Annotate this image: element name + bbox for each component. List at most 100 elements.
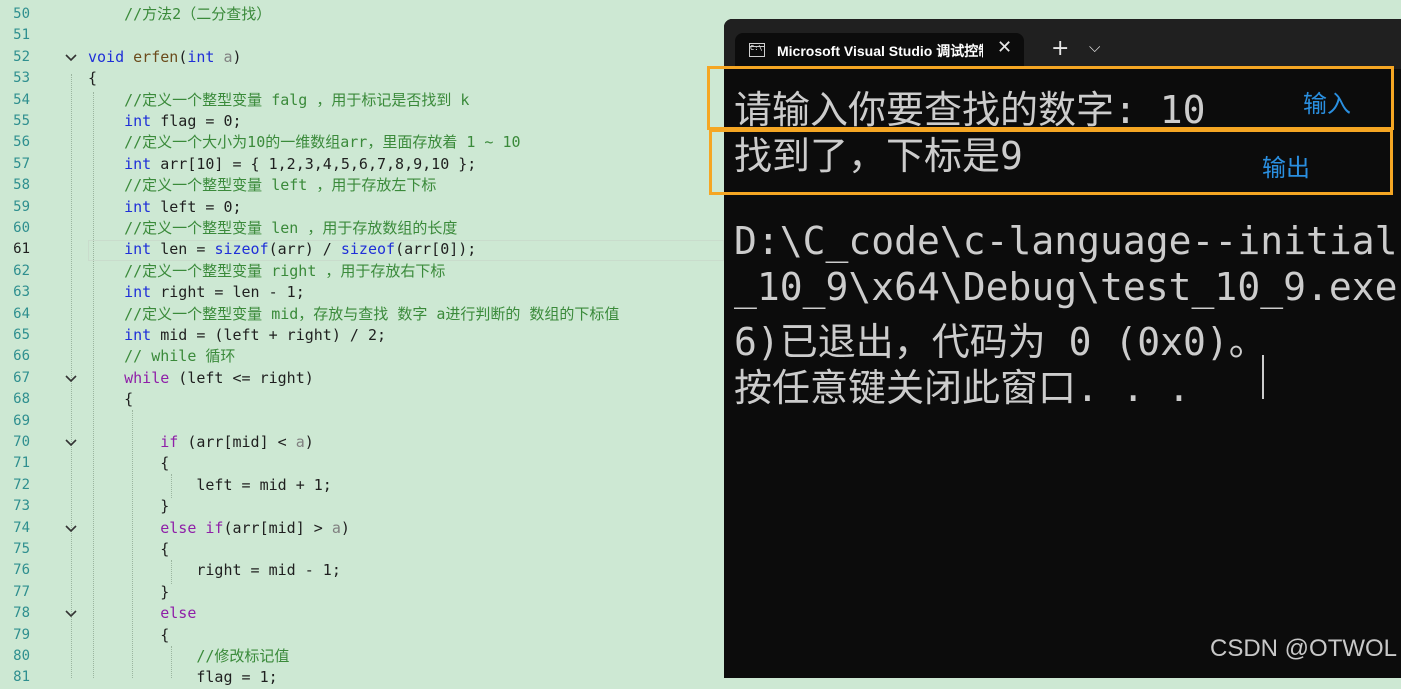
code-line[interactable]: 56 //定义一个大小为10的一维数组arr，里面存放着 1 ~ 10 [0, 132, 724, 153]
code-text: int arr[10] = { 1,2,3,4,5,6,7,8,9,10 }; [88, 154, 476, 175]
line-number: 62 [13, 262, 30, 279]
code-token: a [331, 518, 341, 537]
close-icon[interactable]: ✕ [997, 37, 1012, 58]
fold-chevron-icon[interactable] [64, 47, 78, 68]
code-line[interactable]: 69 [0, 411, 724, 432]
line-number: 68 [13, 391, 30, 408]
code-line[interactable]: 62 //定义一个整型变量 right ，用于存放右下标 [0, 261, 724, 282]
code-line[interactable]: 55 int flag = 0; [0, 111, 724, 132]
code-text: right = mid - 1; [88, 560, 341, 581]
code-line[interactable]: 64 //定义一个整型变量 mid，存放与查找 数字 a进行判断的 数组的下标值 [0, 304, 724, 325]
line-number: 67 [13, 369, 30, 386]
code-line[interactable]: 79 { [0, 625, 724, 646]
code-text: left = mid + 1; [88, 475, 332, 496]
line-number: 71 [13, 455, 30, 472]
code-line[interactable]: 50 //方法2（二分查找） [0, 4, 724, 25]
code-line[interactable]: 59 int left = 0; [0, 197, 724, 218]
line-number: 50 [13, 6, 30, 22]
code-line[interactable]: 52 void erfen(int a) [0, 47, 724, 68]
code-line[interactable]: 65 int mid = (left + right) / 2; [0, 325, 724, 346]
code-token: (arr) / [268, 240, 341, 259]
code-token: a [223, 47, 233, 66]
new-tab-button[interactable]: + [1051, 36, 1069, 61]
code-line[interactable]: 53 { [0, 68, 724, 89]
console-line-close-hint: 按任意键关闭此窗口. . . [734, 366, 1191, 410]
code-token: left = 0; [151, 197, 242, 216]
code-token: ) [232, 47, 242, 66]
code-line[interactable]: 67 while (left <= right) [0, 368, 724, 389]
tab-bar: C:\ Microsoft Visual Studio 调试控制台 ✕ + ⌵ [724, 19, 1401, 69]
code-line[interactable]: 75 { [0, 539, 724, 560]
code-token: left = mid + 1; [88, 475, 332, 494]
code-token: erfen [133, 47, 179, 66]
input-highlight-box [707, 66, 1394, 130]
code-line[interactable]: 76 right = mid - 1; [0, 560, 724, 581]
code-text: //方法2（二分查找） [88, 4, 271, 25]
code-text: while (left <= right) [88, 368, 314, 389]
fold-chevron-icon[interactable] [64, 518, 78, 539]
code-token: { [88, 454, 170, 473]
code-line[interactable]: 68 { [0, 389, 724, 410]
fold-chevron-icon[interactable] [64, 603, 78, 624]
line-number: 61 [13, 241, 30, 258]
code-line[interactable]: 54 //定义一个整型变量 falg ，用于标记是否找到 k [0, 90, 724, 111]
code-token: //定义一个整型变量 right ，用于存放右下标 [124, 261, 446, 280]
code-text: { [88, 389, 133, 410]
fold-chevron-icon[interactable] [64, 432, 78, 453]
code-text: int len = sizeof(arr) / sizeof(arr[0]); [88, 239, 476, 260]
line-number: 72 [13, 476, 30, 493]
code-line[interactable]: 72 left = mid + 1; [0, 475, 724, 496]
code-token: int [124, 283, 152, 302]
code-token: a [295, 433, 305, 451]
code-line[interactable]: 51 [0, 25, 724, 46]
code-text: else if(arr[mid] > a) [88, 518, 350, 539]
code-line[interactable]: 80 //修改标记值 [0, 646, 724, 667]
code-line[interactable]: 61 int len = sizeof(arr) / sizeof(arr[0]… [0, 239, 724, 260]
code-token: right = mid - 1; [88, 561, 341, 580]
tab-title: Microsoft Visual Studio 调试控制台 [777, 43, 983, 59]
code-line[interactable]: 74 else if(arr[mid] > a) [0, 518, 724, 539]
code-line[interactable]: 66 // while 循环 [0, 346, 724, 367]
line-number: 55 [13, 113, 30, 129]
code-line[interactable]: 71 { [0, 453, 724, 474]
line-number: 64 [13, 305, 30, 322]
code-text: { [88, 625, 169, 646]
line-number: 74 [13, 519, 30, 536]
code-line[interactable]: 81 flag = 1; [0, 667, 724, 688]
line-number: 51 [13, 27, 30, 44]
code-token: else [160, 604, 197, 623]
line-number: 53 [13, 70, 30, 87]
code-line[interactable]: 58 //定义一个整型变量 left ，用于存放左下标 [0, 175, 724, 196]
code-line[interactable]: 77 } [0, 582, 724, 603]
line-number: 80 [13, 648, 30, 664]
code-line[interactable]: 63 int right = len - 1; [0, 282, 724, 303]
code-text: int flag = 0; [88, 111, 241, 132]
watermark: CSDN @OTWOL [1210, 635, 1398, 662]
line-number: 59 [13, 198, 30, 215]
code-line[interactable]: 78 else [0, 603, 724, 624]
code-token: void [88, 47, 125, 66]
line-number: 66 [13, 348, 30, 365]
code-line[interactable]: 57 int arr[10] = { 1,2,3,4,5,6,7,8,9,10 … [0, 154, 724, 175]
console-line-path: D:\C_code\c-language--initial [734, 219, 1398, 263]
code-text: { [88, 68, 97, 89]
code-token: { [88, 69, 98, 88]
code-line[interactable]: 60 //定义一个整型变量 len ，用于存放数组的长度 [0, 218, 724, 239]
code-line[interactable]: 73 } [0, 496, 724, 517]
code-token: } [88, 497, 170, 516]
code-line[interactable]: 70 if (arr[mid] < a) [0, 432, 724, 453]
line-number: 76 [13, 562, 30, 579]
fold-chevron-icon[interactable] [64, 368, 78, 389]
chevron-down-icon[interactable]: ⌵ [1089, 38, 1100, 56]
console-tab[interactable]: C:\ Microsoft Visual Studio 调试控制台 ✕ [735, 33, 1024, 69]
code-token: { [88, 390, 134, 409]
